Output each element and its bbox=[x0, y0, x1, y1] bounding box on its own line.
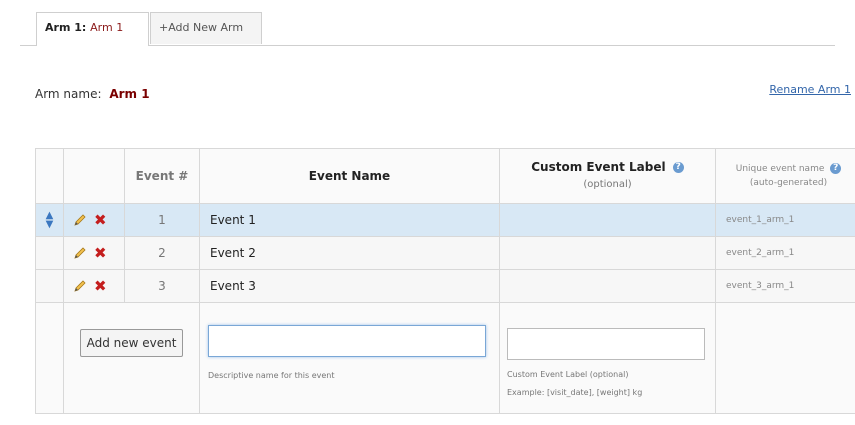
custom-label-input[interactable] bbox=[507, 328, 705, 360]
event-custom-label bbox=[499, 203, 716, 237]
add-unique-cell bbox=[715, 302, 855, 414]
tab-arm-1[interactable]: Arm 1: Arm 1 bbox=[36, 12, 149, 46]
actions-cell: ✖ bbox=[63, 203, 125, 237]
events-table: Event # Event Name Custom Event Label ? … bbox=[35, 148, 855, 414]
header-custom-label: Custom Event Label ? (optional) bbox=[499, 148, 716, 204]
tab-add-new-arm[interactable]: +Add New Arm bbox=[150, 12, 262, 44]
move-cell bbox=[35, 269, 64, 303]
event-name: Event 1 bbox=[199, 203, 500, 237]
pencil-icon[interactable] bbox=[72, 245, 88, 261]
tab-arm-prefix: Arm 1: bbox=[45, 21, 87, 34]
arm-name-row: Arm name: Arm 1 bbox=[35, 87, 150, 101]
rename-arm-link[interactable]: Rename Arm 1 bbox=[769, 83, 851, 96]
delete-icon[interactable]: ✖ bbox=[94, 245, 107, 261]
header-actions bbox=[63, 148, 125, 204]
custom-label-hint: Custom Event Label (optional) Example: [… bbox=[507, 366, 715, 402]
event-number: 2 bbox=[124, 236, 200, 270]
pencil-icon[interactable] bbox=[72, 212, 88, 228]
arm-tabs: Arm 1: Arm 1 +Add New Arm bbox=[20, 12, 835, 46]
tab-arm-name: Arm 1 bbox=[90, 21, 124, 34]
move-icon[interactable]: ▲ ▼ bbox=[46, 210, 54, 229]
event-custom-label bbox=[499, 269, 716, 303]
add-button-cell: Add new event bbox=[63, 302, 200, 414]
event-unique-name: event_3_arm_1 bbox=[715, 269, 855, 303]
header-custom-label-text: Custom Event Label bbox=[531, 160, 666, 174]
delete-icon[interactable]: ✖ bbox=[94, 212, 107, 228]
event-number: 1 bbox=[124, 203, 200, 237]
event-custom-label bbox=[499, 236, 716, 270]
header-unique-name-text: Unique event name bbox=[735, 164, 825, 174]
header-event-number: Event # bbox=[124, 148, 200, 204]
add-event-row: Add new event Descriptive name for this … bbox=[35, 302, 855, 414]
move-cell: ▲ ▼ bbox=[35, 203, 64, 237]
move-cell bbox=[35, 236, 64, 270]
actions-cell: ✖ bbox=[63, 269, 125, 303]
event-unique-name: event_2_arm_1 bbox=[715, 236, 855, 270]
header-move bbox=[35, 148, 64, 204]
header-event-name: Event Name bbox=[199, 148, 500, 204]
table-row[interactable]: ▲ ▼ ✖ 1 Event 1 event_1_arm_1 bbox=[35, 203, 855, 237]
delete-icon[interactable]: ✖ bbox=[94, 278, 107, 294]
table-row[interactable]: ✖ 3 Event 3 event_3_arm_1 bbox=[35, 269, 855, 303]
table-row[interactable]: ✖ 2 Event 2 event_2_arm_1 bbox=[35, 236, 855, 270]
add-row-move-cell bbox=[35, 302, 64, 414]
header-unique-name-sub: (auto-generated) bbox=[749, 178, 828, 188]
arm-name-value: Arm 1 bbox=[109, 87, 150, 101]
header-unique-name: Unique event name ? (auto-generated) bbox=[715, 148, 855, 204]
event-name-hint: Descriptive name for this event bbox=[208, 371, 335, 380]
event-number: 3 bbox=[124, 269, 200, 303]
add-name-cell: Descriptive name for this event bbox=[199, 302, 500, 414]
event-name-input[interactable] bbox=[208, 325, 486, 357]
event-name: Event 2 bbox=[199, 236, 500, 270]
custom-label-example: Example: [visit_date], [weight] kg bbox=[507, 388, 643, 397]
add-label-cell: Custom Event Label (optional) Example: [… bbox=[499, 302, 716, 414]
help-icon[interactable]: ? bbox=[672, 162, 684, 173]
arm-name-label: Arm name: bbox=[35, 87, 102, 101]
header-custom-label-optional: (optional) bbox=[583, 179, 632, 190]
actions-cell: ✖ bbox=[63, 236, 125, 270]
table-header-row: Event # Event Name Custom Event Label ? … bbox=[35, 148, 855, 204]
custom-label-hint-text: Custom Event Label (optional) bbox=[507, 370, 629, 379]
pencil-icon[interactable] bbox=[72, 278, 88, 294]
help-icon[interactable]: ? bbox=[830, 163, 842, 174]
add-new-event-button[interactable]: Add new event bbox=[79, 329, 184, 357]
event-unique-name: event_1_arm_1 bbox=[715, 203, 855, 237]
event-name: Event 3 bbox=[199, 269, 500, 303]
